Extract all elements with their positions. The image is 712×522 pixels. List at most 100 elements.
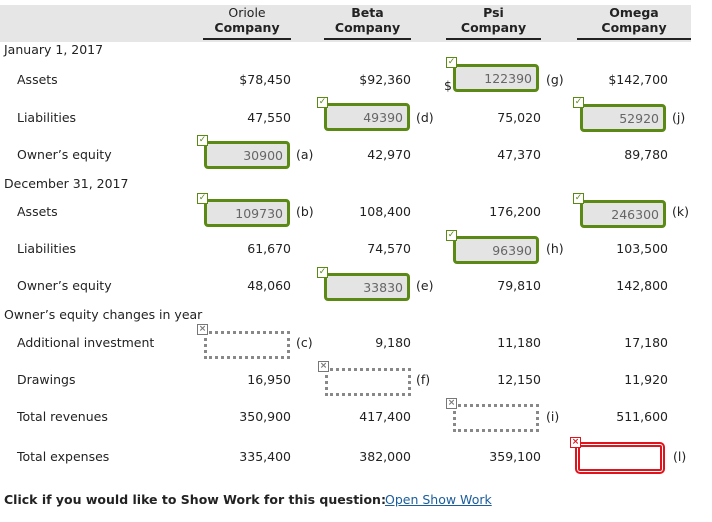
row-label-owners-equity: Owner’s equity <box>17 278 112 293</box>
input-b[interactable] <box>204 199 290 227</box>
row-label-total-revenues: Total revenues <box>17 409 108 424</box>
input-f[interactable] <box>325 368 411 396</box>
tag-e: (e) <box>416 278 434 293</box>
column-header-beta: Beta Company <box>324 5 411 40</box>
input-a[interactable] <box>204 141 290 169</box>
input-a-field[interactable] <box>207 144 287 166</box>
input-h[interactable] <box>453 236 539 264</box>
column-header-psi: Psi Company <box>446 5 541 40</box>
column-header-line1: Oriole <box>228 5 266 20</box>
input-e-field[interactable] <box>327 276 407 298</box>
column-header-line1: Psi <box>483 5 504 20</box>
cell-beta-total-expenses: 382,000 <box>359 449 411 464</box>
cell-beta-jan-assets: $92,360 <box>359 72 411 87</box>
cell-omega-jan-assets: $142,700 <box>608 72 668 87</box>
row-label-liabilities: Liabilities <box>17 110 77 125</box>
input-h-field[interactable] <box>456 239 536 261</box>
check-icon: ✓ <box>197 193 208 204</box>
tag-k: (k) <box>672 204 689 219</box>
input-j[interactable] <box>580 104 666 132</box>
cell-psi-total-expenses: 359,100 <box>489 449 541 464</box>
dollar-prefix: $ <box>444 78 452 93</box>
row-label-assets: Assets <box>17 204 58 219</box>
row-label-additional-investment: Additional investment <box>17 335 155 350</box>
input-c[interactable] <box>204 331 290 359</box>
tag-d: (d) <box>416 110 434 125</box>
check-icon: ✓ <box>446 230 457 241</box>
cell-omega-drawings: 11,920 <box>624 372 668 387</box>
input-e[interactable] <box>324 273 410 301</box>
check-icon: ✓ <box>446 57 457 68</box>
tag-l: (l) <box>673 449 687 464</box>
x-icon: × <box>446 398 457 409</box>
section-jan-1-2017: January 1, 2017 <box>4 42 104 57</box>
input-f-field[interactable] <box>328 371 408 393</box>
cell-omega-total-revenues: 511,600 <box>616 409 668 424</box>
input-g-field[interactable] <box>456 67 536 89</box>
cell-beta-dec-assets: 108,400 <box>359 204 411 219</box>
x-icon: × <box>570 437 581 448</box>
cell-beta-jan-equity: 42,970 <box>367 147 411 162</box>
column-header-line2: Company <box>214 20 280 35</box>
check-icon: ✓ <box>573 193 584 204</box>
input-g[interactable] <box>453 64 539 92</box>
tag-a: (a) <box>296 147 314 162</box>
column-header-omega: Omega Company <box>577 5 691 40</box>
input-b-field[interactable] <box>207 202 287 224</box>
check-icon: ✓ <box>573 97 584 108</box>
input-d-field[interactable] <box>327 106 407 128</box>
cell-omega-additional-investment: 17,180 <box>624 335 668 350</box>
tag-h: (h) <box>546 241 564 256</box>
cell-oriole-dec-liabilities: 61,670 <box>247 241 291 256</box>
cell-omega-jan-equity: 89,780 <box>624 147 668 162</box>
show-work-prompt: Click if you would like to Show Work for… <box>4 492 386 507</box>
cell-oriole-dec-equity: 48,060 <box>247 278 291 293</box>
row-label-total-expenses: Total expenses <box>17 449 110 464</box>
check-icon: ✓ <box>317 267 328 278</box>
input-i-field[interactable] <box>456 407 536 429</box>
tag-i: (i) <box>546 409 560 424</box>
row-label-liabilities: Liabilities <box>17 241 77 256</box>
column-header-line2: Company <box>334 20 401 35</box>
column-header-line2: Company <box>601 20 667 35</box>
tag-b: (b) <box>296 204 314 219</box>
check-icon: ✓ <box>317 97 328 108</box>
input-d[interactable] <box>324 103 410 131</box>
input-l[interactable] <box>575 442 665 474</box>
open-show-work-link[interactable]: Open Show Work <box>385 492 492 507</box>
cell-psi-jan-liabilities: 75,020 <box>497 110 541 125</box>
column-header-line1: Beta <box>351 5 384 20</box>
check-icon: ✓ <box>197 135 208 146</box>
cell-oriole-total-expenses: 335,400 <box>239 449 291 464</box>
row-label-assets: Assets <box>17 72 58 87</box>
x-icon: × <box>197 324 208 335</box>
cell-beta-additional-investment: 9,180 <box>375 335 411 350</box>
column-header-oriole: Oriole Company <box>203 5 291 40</box>
cell-oriole-total-revenues: 350,900 <box>239 409 291 424</box>
cell-oriole-jan-assets: $78,450 <box>239 72 291 87</box>
row-label-drawings: Drawings <box>17 372 76 387</box>
tag-j: (j) <box>672 110 686 125</box>
column-underline <box>324 38 411 40</box>
cell-beta-total-revenues: 417,400 <box>359 409 411 424</box>
input-k[interactable] <box>580 200 666 228</box>
column-underline <box>203 38 291 40</box>
cell-oriole-drawings: 16,950 <box>247 372 291 387</box>
cell-psi-dec-equity: 79,810 <box>497 278 541 293</box>
x-icon: × <box>318 361 329 372</box>
column-header-line2: Company <box>460 20 527 35</box>
input-k-field[interactable] <box>583 203 663 225</box>
input-l-field[interactable] <box>580 447 660 469</box>
cell-psi-jan-equity: 47,370 <box>497 147 541 162</box>
section-equity-changes: Owner’s equity changes in year <box>4 307 203 322</box>
input-i[interactable] <box>453 404 539 432</box>
section-dec-31-2017: December 31, 2017 <box>4 176 129 191</box>
column-underline <box>577 38 691 40</box>
tag-c: (c) <box>296 335 313 350</box>
input-j-field[interactable] <box>583 107 663 129</box>
input-c-field[interactable] <box>207 334 287 356</box>
tag-f: (f) <box>416 372 431 387</box>
row-label-owners-equity: Owner’s equity <box>17 147 112 162</box>
cell-omega-dec-equity: 142,800 <box>616 278 668 293</box>
cell-omega-dec-liabilities: 103,500 <box>616 241 668 256</box>
